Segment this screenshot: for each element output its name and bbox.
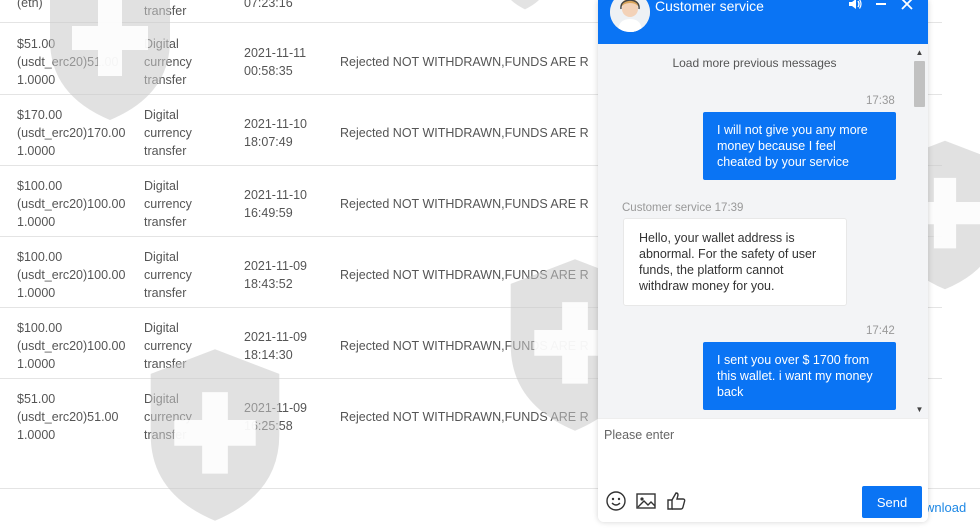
amount-cell: $51.00 (usdt_erc20)51.00 1.0000 xyxy=(17,37,119,87)
method-cell: Digital currency transfer xyxy=(144,250,192,300)
time-cell: 2021-11-09 18:14:30 xyxy=(244,330,308,362)
method-cell: Digital currency transfer xyxy=(144,321,192,371)
scroll-down-arrow-icon[interactable]: ▼ xyxy=(911,403,928,417)
method-cell: Digital currency transfer xyxy=(144,179,192,229)
outgoing-message: I will not give you any more money becau… xyxy=(703,112,896,180)
amount-cell: (eth) xyxy=(17,0,43,10)
avatar xyxy=(610,0,650,32)
close-icon[interactable] xyxy=(898,0,916,14)
time-cell: 07:23:16 xyxy=(244,0,293,10)
message-timestamp: 17:38 xyxy=(866,95,895,107)
time-cell: 2021-11-10 18:07:49 xyxy=(244,117,308,149)
load-more-link[interactable]: Load more previous messages xyxy=(598,56,911,70)
method-cell: Digital currency transfer xyxy=(144,392,192,442)
amount-cell: $170.00 (usdt_erc20)170.00 1.0000 xyxy=(17,108,126,158)
image-icon[interactable] xyxy=(635,490,657,512)
speaker-icon[interactable] xyxy=(846,0,864,14)
chat-title: Customer service xyxy=(655,0,764,14)
emoji-icon[interactable] xyxy=(605,490,627,512)
message-sender-time: Customer service 17:39 xyxy=(622,202,744,214)
message-input[interactable] xyxy=(598,419,928,482)
thumbs-up-icon[interactable] xyxy=(665,490,687,512)
scroll-up-arrow-icon[interactable]: ▲ xyxy=(911,46,928,60)
time-cell: 2021-11-11 00:58:35 xyxy=(244,46,307,78)
message-timestamp: 17:42 xyxy=(866,325,895,337)
chat-toolbar: Send xyxy=(598,482,928,522)
send-button[interactable]: Send xyxy=(862,486,922,518)
time-cell: 2021-11-09 18:43:52 xyxy=(244,259,308,291)
time-cell: 2021-11-09 16:25:58 xyxy=(244,401,308,433)
time-cell: 2021-11-10 16:49:59 xyxy=(244,188,308,220)
chat-header: Customer service xyxy=(598,0,928,44)
amount-cell: $100.00 (usdt_erc20)100.00 1.0000 xyxy=(17,321,126,371)
download-link[interactable]: wnload xyxy=(925,500,966,515)
minimize-icon[interactable] xyxy=(872,0,890,14)
method-cell: Digital currency transfer xyxy=(144,37,192,87)
message-scrollbar[interactable]: ▲ ▼ xyxy=(911,44,928,418)
amount-cell: $100.00 (usdt_erc20)100.00 1.0000 xyxy=(17,179,126,229)
message-input-area xyxy=(598,418,928,482)
outgoing-message: I sent you over $ 1700 from this wallet.… xyxy=(703,342,896,410)
incoming-message: Hello, your wallet address is abnormal. … xyxy=(623,218,847,306)
agent-avatar-icon xyxy=(610,0,650,32)
chat-widget: Customer service Load more previous mess… xyxy=(598,0,928,522)
message-list[interactable]: Load more previous messages 17:38 I will… xyxy=(598,44,928,418)
method-cell: transfer xyxy=(144,4,187,18)
scrollbar-thumb[interactable] xyxy=(914,61,925,107)
method-cell: Digital currency transfer xyxy=(144,108,192,158)
amount-cell: $100.00 (usdt_erc20)100.00 1.0000 xyxy=(17,250,126,300)
amount-cell: $51.00 (usdt_erc20)51.00 1.0000 xyxy=(17,392,119,442)
